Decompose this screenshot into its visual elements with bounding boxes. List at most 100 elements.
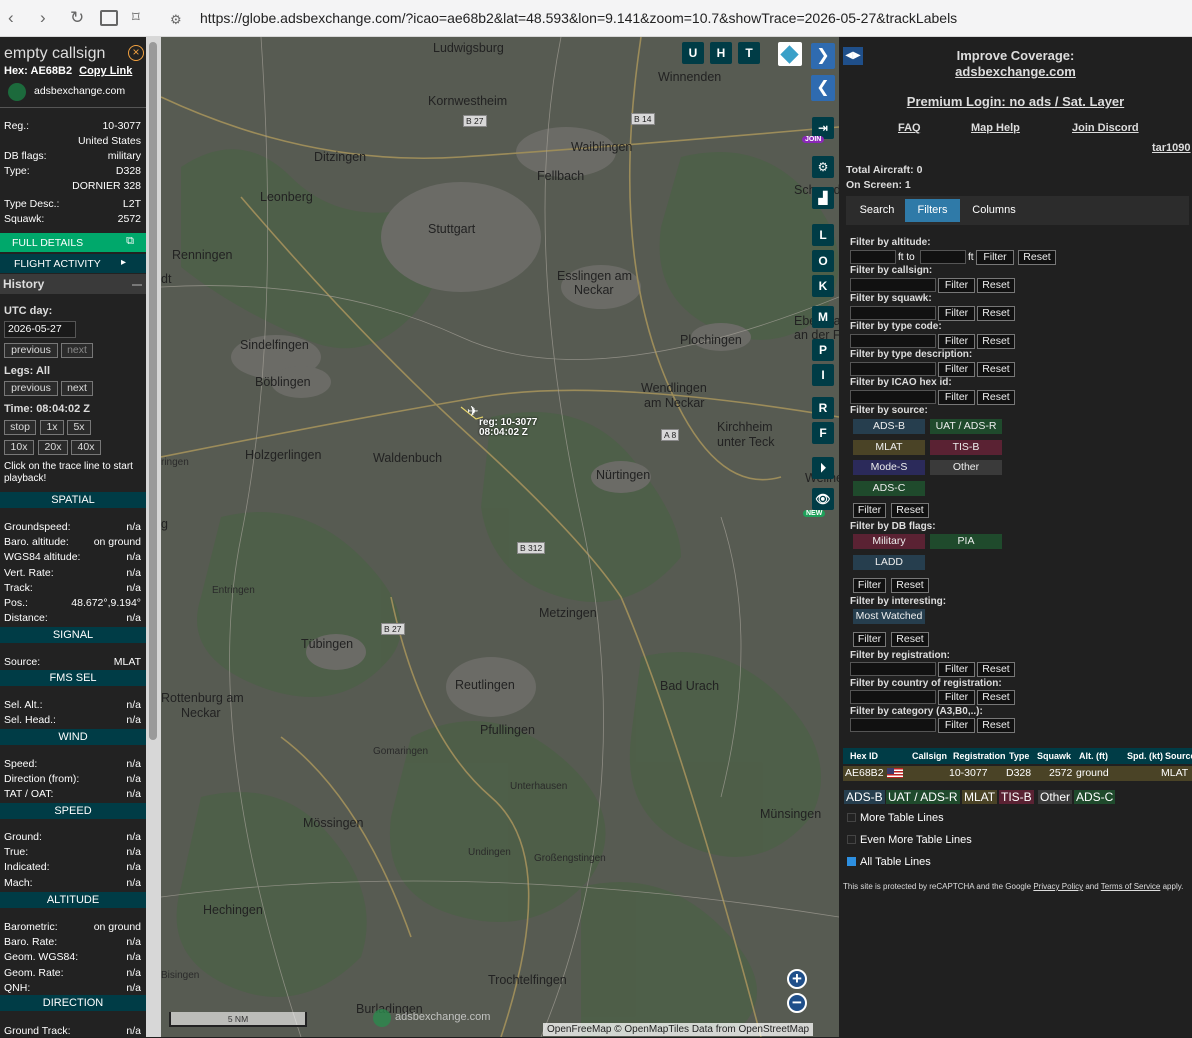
country-reset-button[interactable]: Reset (977, 690, 1015, 705)
settings-gear-icon[interactable]: ⚙ (812, 156, 834, 178)
reload-icon[interactable]: ↻ (70, 9, 84, 27)
db-flag-toggle[interactable]: LADD (853, 555, 925, 570)
map-button-l[interactable]: L (812, 224, 834, 246)
map-button-t[interactable]: T (738, 42, 760, 64)
back-icon[interactable]: ‹ (8, 9, 14, 27)
next-leg-button[interactable]: next (61, 381, 93, 396)
source-toggle[interactable]: Mode-S (853, 460, 925, 475)
speed-20x-button[interactable]: 20x (38, 440, 68, 455)
category-reset-button[interactable]: Reset (977, 718, 1015, 733)
speed-40x-button[interactable]: 40x (71, 440, 101, 455)
section-header-fms[interactable]: FMS SEL (0, 670, 146, 686)
sidebar-toggle-icon[interactable] (100, 10, 118, 26)
map-help-link[interactable]: Map Help (971, 122, 1020, 134)
source-toggle[interactable]: Other (930, 460, 1002, 475)
premium-login-link[interactable]: Premium Login: no ads / Sat. Layer (839, 94, 1192, 109)
source-toggle[interactable]: TIS-B (930, 440, 1002, 455)
forward-icon[interactable]: › (40, 9, 46, 27)
stats-icon[interactable]: ▟ (812, 187, 834, 209)
icao-input[interactable] (850, 390, 936, 404)
map-button-m[interactable]: M (812, 306, 834, 328)
altitude-filter-button[interactable]: Filter (976, 250, 1014, 265)
squawk-filter-button[interactable]: Filter (938, 306, 975, 321)
country-filter-button[interactable]: Filter (938, 690, 975, 705)
utc-day-input[interactable]: 2026-05-27 (4, 321, 76, 338)
typecode-reset-button[interactable]: Reset (977, 334, 1015, 349)
dbflag-reset-button[interactable]: Reset (891, 578, 929, 593)
collapse-sidebar-button[interactable]: ❮ (811, 75, 835, 101)
map-button-p[interactable]: P (812, 339, 834, 361)
map-button-o[interactable]: O (812, 250, 834, 272)
table-row[interactable]: AE68B2 10-3077 D328 2572 ground MLAT (843, 766, 1192, 781)
all-lines-checkbox[interactable] (847, 857, 856, 866)
map-button-u[interactable]: U (682, 42, 704, 64)
address-bar[interactable]: https://globe.adsbexchange.com/?icao=ae6… (200, 10, 957, 26)
typedesc-filter-button[interactable]: Filter (938, 362, 975, 377)
registration-reset-button[interactable]: Reset (977, 662, 1015, 677)
icao-filter-button[interactable]: Filter (938, 390, 975, 405)
left-scrollbar-thumb[interactable] (149, 42, 157, 740)
map-button-k[interactable]: K (812, 275, 834, 297)
history-header[interactable]: History (0, 274, 146, 294)
tab-filters[interactable]: Filters (905, 199, 960, 222)
collapse-icon[interactable] (132, 284, 142, 286)
source-toggle[interactable]: MLAT (853, 440, 925, 455)
layers-button[interactable] (778, 42, 802, 66)
interesting-filter-button[interactable]: Filter (853, 632, 886, 647)
map-button-i[interactable]: I (812, 364, 834, 386)
join-discord-link[interactable]: Join Discord (1072, 122, 1139, 134)
source-filter-button[interactable]: Filter (853, 503, 886, 518)
typecode-filter-button[interactable]: Filter (938, 334, 975, 349)
source-toggle[interactable]: UAT / ADS-R (930, 419, 1002, 434)
adsbx-site-link[interactable]: adsbexchange.com (839, 64, 1192, 79)
aircraft-marker-icon[interactable]: ✈ (467, 403, 479, 420)
previous-leg-button[interactable]: previous (4, 381, 58, 396)
tab-search[interactable]: Search (850, 199, 904, 222)
next-day-button[interactable]: next (61, 343, 93, 358)
most-watched-toggle[interactable]: Most Watched (853, 609, 925, 624)
section-header-signal[interactable]: SIGNAL (0, 627, 146, 643)
interesting-reset-button[interactable]: Reset (891, 632, 929, 647)
callsign-input[interactable] (850, 278, 936, 292)
flight-activity-button[interactable]: FLIGHT ACTIVITY ▸ (0, 254, 146, 273)
user-link[interactable]: tar1090 (1152, 142, 1191, 154)
registration-input[interactable] (850, 662, 936, 676)
db-flag-toggle[interactable]: PIA (930, 534, 1002, 549)
typedesc-reset-button[interactable]: Reset (977, 362, 1015, 377)
section-header-altitude[interactable]: ALTITUDE (0, 892, 146, 908)
country-input[interactable] (850, 690, 936, 704)
zoom-in-button[interactable]: + (787, 969, 807, 989)
source-toggle[interactable]: ADS-B (853, 419, 925, 434)
category-input[interactable] (850, 718, 936, 732)
copy-link[interactable]: Copy Link (79, 65, 132, 77)
bookmark-icon[interactable]: ⌑ (132, 9, 140, 27)
faq-link[interactable]: FAQ (898, 122, 921, 134)
category-filter-button[interactable]: Filter (938, 718, 975, 733)
map-button-h[interactable]: H (710, 42, 732, 64)
close-icon[interactable]: × (128, 45, 144, 61)
expand-sidebar-button[interactable]: ❯ (811, 43, 835, 69)
eye-icon[interactable]: 👁 (812, 488, 834, 510)
terms-link[interactable]: Terms of Service (1101, 882, 1161, 891)
typedesc-input[interactable] (850, 362, 936, 376)
dbflag-filter-button[interactable]: Filter (853, 578, 886, 593)
icao-reset-button[interactable]: Reset (977, 390, 1015, 405)
squawk-reset-button[interactable]: Reset (977, 306, 1015, 321)
speed-10x-button[interactable]: 10x (4, 440, 34, 455)
privacy-policy-link[interactable]: Privacy Policy (1033, 882, 1083, 891)
section-header-wind[interactable]: WIND (0, 729, 146, 745)
squawk-input[interactable] (850, 306, 936, 320)
zoom-out-button[interactable]: − (787, 993, 807, 1013)
map-button-r[interactable]: R (812, 397, 834, 419)
callsign-reset-button[interactable]: Reset (977, 278, 1015, 293)
even-more-lines-checkbox[interactable] (847, 835, 856, 844)
speed-1x-button[interactable]: 1x (40, 420, 64, 435)
altitude-min-input[interactable] (850, 250, 896, 264)
typecode-input[interactable] (850, 334, 936, 348)
section-header-speed[interactable]: SPEED (0, 803, 146, 819)
source-toggle[interactable]: ADS-C (853, 481, 925, 496)
replay-icon[interactable]: ⏵ (812, 457, 834, 479)
map-button-f[interactable]: F (812, 422, 834, 444)
source-reset-button[interactable]: Reset (891, 503, 929, 518)
callsign-filter-button[interactable]: Filter (938, 278, 975, 293)
